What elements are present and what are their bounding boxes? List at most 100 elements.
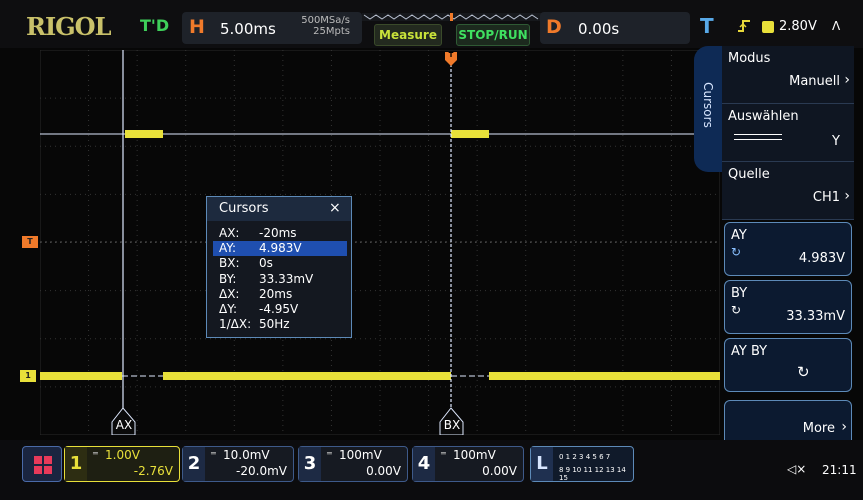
cursor-readout-row[interactable]: BY: 33.33mV — [213, 272, 347, 287]
waveform-canvas — [40, 50, 720, 435]
rotate-icon: ↻ — [797, 363, 810, 381]
stop-run-button[interactable]: STOP/RUN — [456, 24, 530, 46]
channel-1-scale: 1.00V — [105, 448, 140, 462]
ay-item[interactable]: AY ↻ 4.983V — [724, 222, 852, 276]
cursor-readout-row[interactable]: BX: 0s — [213, 256, 347, 271]
cursors-panel-title: Cursors — [219, 201, 269, 216]
logic-bits-row-1: 0 1 2 3 4 5 6 7 — [559, 453, 611, 461]
cursor-readout-key: BX: — [219, 256, 240, 271]
t-label: T — [700, 14, 714, 38]
ch1-high-pulse-b — [451, 130, 489, 138]
by-label: BY — [731, 286, 748, 301]
cursor-bx-label: BX — [443, 418, 461, 432]
h-label: H — [189, 16, 205, 38]
chevron-right-icon: › — [844, 188, 850, 204]
cursor-readout-row[interactable]: 1/ΔX: 50Hz — [213, 317, 347, 332]
ch1-ground-marker[interactable]: 1 — [20, 370, 36, 382]
channel-1-offset: -2.76V — [133, 464, 173, 478]
channel-3-number: 3 — [299, 447, 321, 481]
acquisition-info: 500MSa/s 25Mpts — [288, 15, 350, 37]
trigger-position-marker: T — [448, 51, 454, 59]
trigger-box[interactable]: T 2.80V Λ — [696, 12, 860, 44]
mode-label: Modus — [728, 51, 771, 66]
ch1-high-pulse-a — [125, 130, 163, 138]
cursor-readout-key: BY: — [219, 271, 237, 286]
select-label: Auswählen — [728, 109, 799, 124]
channel-2-number: 2 — [183, 447, 205, 481]
by-item[interactable]: BY ↻ 33.33mV — [724, 280, 852, 334]
cursor-readout-value: 50Hz — [259, 317, 290, 332]
ay-by-label: AY BY — [731, 344, 768, 359]
ch1-low-seg-a — [40, 372, 122, 380]
horizontal-timebase-box[interactable]: H 5.00ms 500MSa/s 25Mpts — [182, 12, 362, 44]
trigger-source-chip — [762, 21, 774, 33]
trigger-level: 2.80V — [779, 19, 817, 34]
logic-label: L — [531, 447, 553, 481]
cursors-menu-tab[interactable]: Cursors — [694, 46, 722, 172]
channel-1-number: 1 — [65, 447, 87, 481]
cursor-readout-row[interactable]: AX: -20ms — [213, 226, 347, 241]
logic-analyzer-box[interactable]: L 0 1 2 3 4 5 6 7 8 9 10 11 12 13 14 15 — [530, 446, 634, 482]
sample-rate: 500MSa/s — [301, 15, 350, 26]
cursor-readout-value: -4.95V — [259, 302, 299, 316]
cursor-readout-key: ΔY: — [219, 302, 237, 316]
dc-coupling-icon: ═ — [327, 449, 332, 458]
waveform-grid[interactable]: AX BX T — [40, 50, 720, 435]
d-label: D — [546, 16, 562, 38]
rigol-logo: RIGOL — [26, 12, 111, 41]
grid-menu-icon — [34, 456, 52, 474]
select-value: Y — [832, 134, 840, 149]
ay-by-item[interactable]: AY BY ↻ — [724, 338, 852, 392]
ch1-low-seg-b — [163, 372, 451, 380]
channel-4-scale: 100mV — [453, 448, 496, 462]
select-item[interactable]: Auswählen Y — [722, 104, 854, 162]
up-arrow-icon: Λ — [832, 19, 841, 33]
by-value: 33.33mV — [786, 309, 845, 324]
cursors-tab-label: Cursors — [701, 82, 715, 128]
dc-coupling-icon: ═ — [93, 449, 98, 458]
cursor-readout-value: 33.33mV — [259, 271, 314, 286]
channel-1-box[interactable]: 1 ═ 1.00V -2.76V — [64, 446, 180, 482]
cursor-ax-label: AX — [115, 418, 133, 432]
trigger-status: T'D — [140, 16, 170, 35]
source-item[interactable]: Quelle CH1 › — [722, 162, 854, 220]
delay-box[interactable]: D 0.00s — [540, 12, 690, 44]
trigger-level-marker[interactable]: T — [22, 236, 38, 248]
cursor-readout-row[interactable]: ΔX: 20ms — [213, 287, 347, 302]
cursor-side-menu: Cursors Modus Manuell › Auswählen Y Quel… — [694, 46, 863, 456]
dc-coupling-icon: ═ — [441, 449, 446, 458]
memory-depth: 25Mpts — [313, 26, 350, 37]
speaker-icon[interactable]: ◁× — [787, 462, 806, 476]
knob-icon: ↻ — [731, 245, 742, 259]
logic-bits-row-2: 8 9 10 11 12 13 14 15 — [559, 466, 626, 482]
cursor-readout-row[interactable]: AY: 4.983V — [213, 241, 347, 257]
channel-4-number: 4 — [413, 447, 435, 481]
channel-2-box[interactable]: 2 ═ 10.0mV -20.0mV — [182, 446, 294, 482]
chevron-right-icon: › — [844, 72, 850, 88]
cursor-readout-value: 0s — [259, 256, 273, 271]
dc-coupling-icon: ═ — [211, 449, 216, 458]
source-value: CH1 — [812, 190, 840, 205]
cursor-readout-row[interactable]: ΔY: -4.95V — [213, 302, 347, 317]
main-menu-button[interactable] — [22, 446, 62, 482]
channel-3-offset: 0.00V — [366, 464, 401, 478]
cursor-readout-key: AY: — [219, 241, 237, 256]
ay-label: AY — [731, 228, 747, 243]
channel-4-box[interactable]: 4 ═ 100mV 0.00V — [412, 446, 524, 482]
more-label: More — [802, 421, 835, 436]
source-label: Quelle — [728, 167, 770, 182]
memory-position-bar — [362, 13, 542, 21]
knob-icon: ↻ — [731, 303, 742, 317]
top-bar: RIGOL T'D H 5.00ms 500MSa/s 25Mpts Measu… — [0, 0, 863, 48]
mode-item[interactable]: Modus Manuell › — [722, 46, 854, 104]
cursors-panel[interactable]: Cursors × AX: -20ms AY: 4.983V BX: 0s BY: 33.33… — [206, 196, 352, 338]
cursor-readout-value: -20ms — [259, 226, 297, 240]
measure-button[interactable]: Measure — [374, 24, 442, 46]
select-lines-icon — [734, 134, 782, 140]
channel-3-box[interactable]: 3 ═ 100mV 0.00V — [298, 446, 408, 482]
close-icon[interactable]: × — [329, 200, 341, 216]
timebase-value: 5.00ms — [220, 20, 276, 38]
channel-4-offset: 0.00V — [482, 464, 517, 478]
mode-value: Manuell — [789, 74, 840, 89]
cursor-readout-value: 4.983V — [259, 241, 302, 256]
